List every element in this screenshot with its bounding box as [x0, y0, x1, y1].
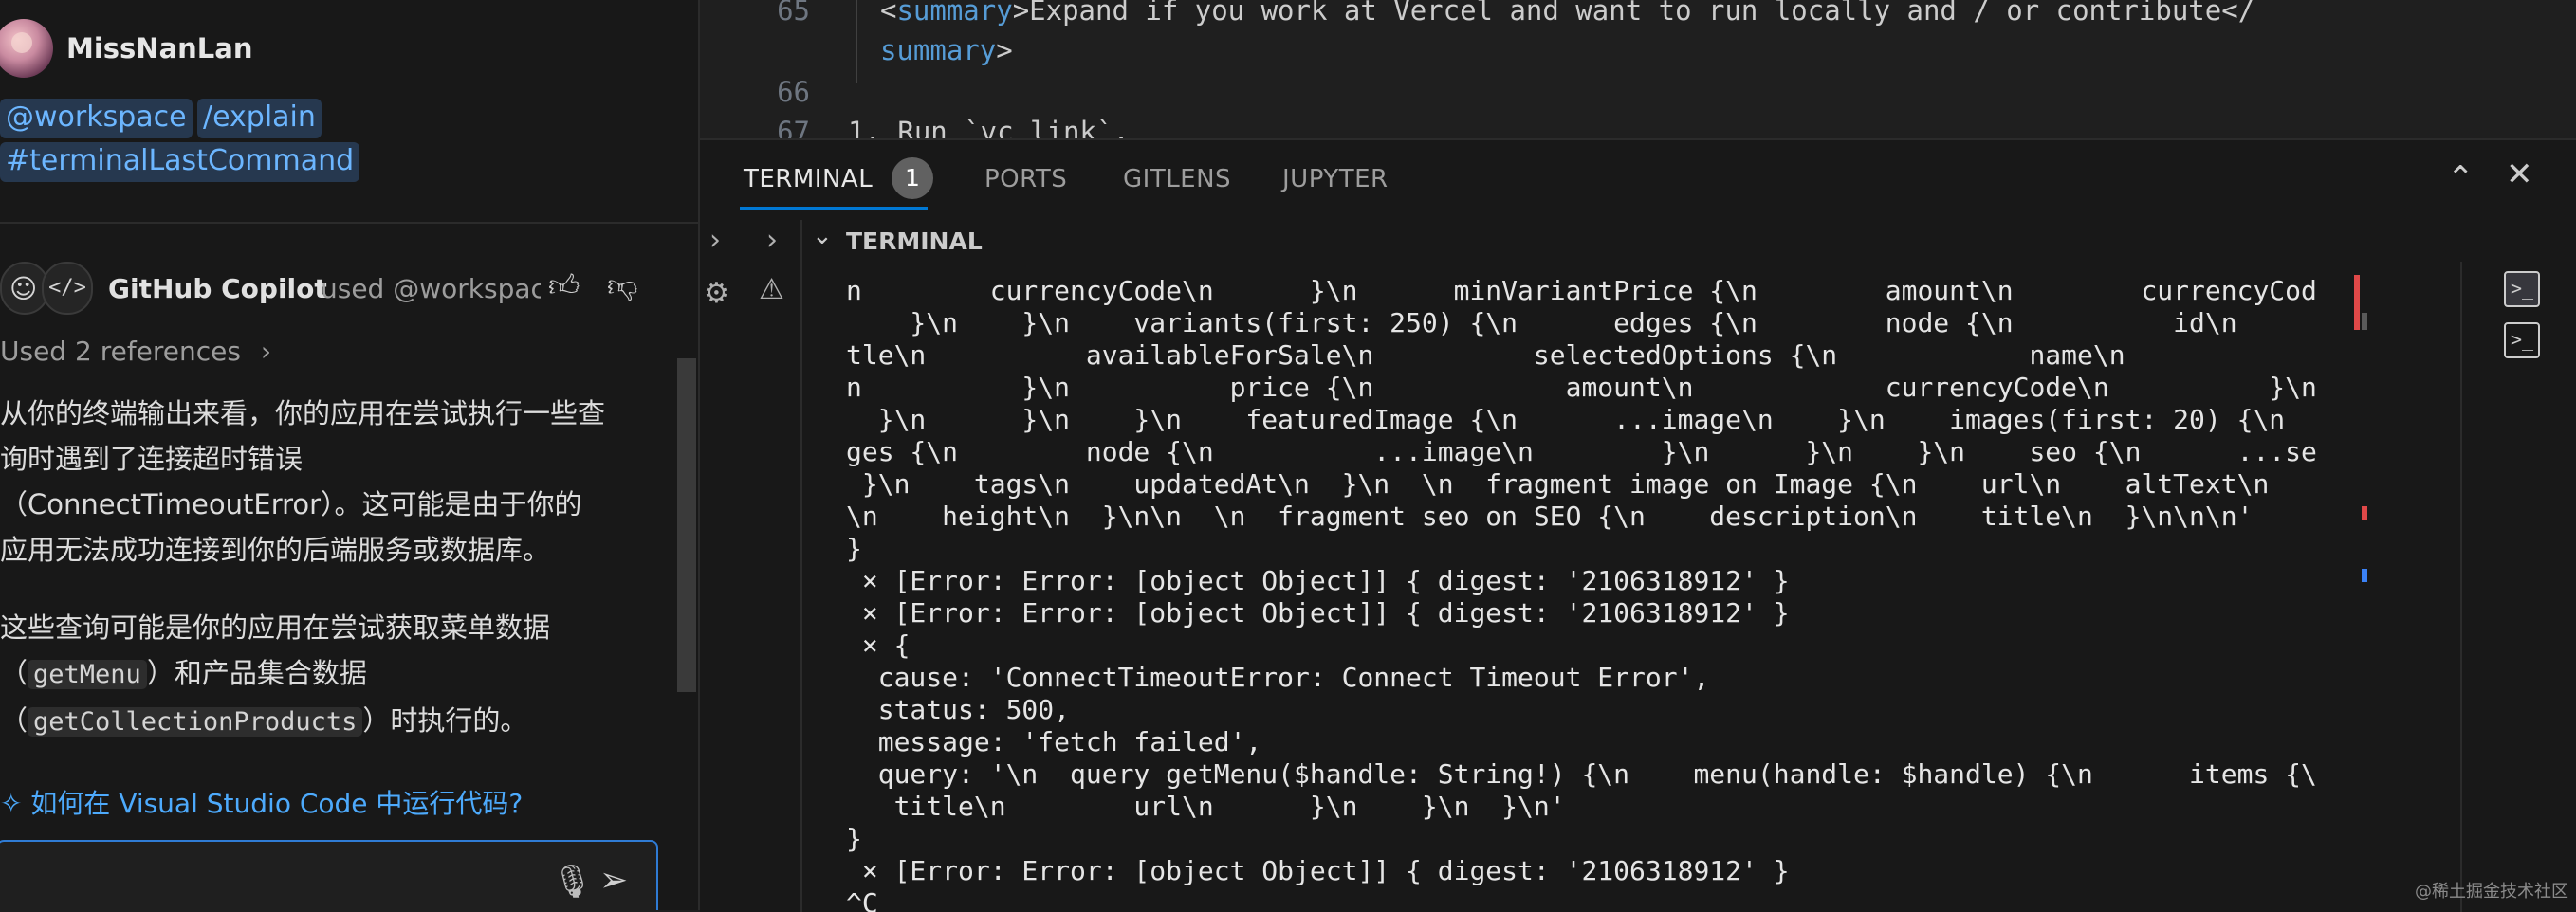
watermark: @稀土掘金技术社区	[2415, 882, 2568, 902]
chevron-right-icon[interactable]: ›	[766, 224, 778, 257]
terminal-line: message: 'fetch failed',	[846, 726, 1262, 757]
terminal-output[interactable]: n currencyCode\n }\n minVariantPrice {\n…	[846, 275, 2318, 912]
references-label: Used 2 references	[0, 336, 241, 367]
thumbs-down-icon[interactable]: 👎︎	[607, 267, 637, 304]
terminal-icon[interactable]: >_	[2504, 322, 2540, 358]
avatar	[0, 19, 53, 78]
terminal-line: }\n }\n }\n featuredImage {\n ...image\n…	[846, 404, 2318, 435]
tab-jupyter[interactable]: JUPYTER	[1282, 165, 1389, 193]
mic-icon[interactable]: 🎙︎	[552, 863, 593, 901]
username: MissNanLan	[66, 32, 253, 64]
chip-explain[interactable]: /explain	[197, 99, 322, 138]
code-icon: </>	[42, 262, 93, 315]
copilot-name: GitHub Copilot	[108, 273, 327, 304]
chevron-up-icon[interactable]: ⌃	[2447, 159, 2475, 197]
indent-guide	[856, 0, 857, 83]
terminal-scrollbar[interactable]	[2350, 273, 2369, 912]
answer-line: （ConnectTimeoutError）。这可能是由于你的	[0, 488, 582, 520]
terminal-line: ⨯ [Error: Error: [object Object]] { dige…	[846, 597, 1790, 629]
terminal-line: \n height\n }\n\n \n fragment seo on SEO…	[846, 501, 2254, 532]
terminal-line: ⨯ [Error: Error: [object Object]] { dige…	[846, 855, 1790, 886]
line-number: 65	[777, 0, 810, 27]
divider	[0, 222, 698, 224]
active-tab-indicator	[740, 207, 928, 210]
code-line: 1. Run `vc link`.	[848, 116, 1130, 138]
answer-line: 应用无法成功连接到你的后端服务或数据库。	[0, 534, 551, 566]
terminal-line: n }\n price {\n amount\n currencyCode\n …	[846, 372, 2317, 403]
answer-line: 询时遇到了连接超时错误	[0, 443, 304, 475]
editor[interactable]: 65 <summary>Expand if you work at Vercel…	[700, 0, 2576, 138]
terminal-config-icon[interactable]: ⚙	[704, 277, 729, 310]
followup-suggestion[interactable]: ✧ 如何在 Visual Studio Code 中运行代码?	[0, 783, 523, 821]
line-number: 66	[777, 76, 810, 108]
chevron-right-icon: ›	[260, 336, 272, 367]
terminal-line: }\n }\n variants(first: 250) {\n edges {…	[846, 307, 2318, 338]
inline-code-getmenu: getMenu	[28, 660, 147, 689]
scroll-thumb[interactable]	[2362, 313, 2367, 330]
terminal-line: query: '\n query getMenu($handle: String…	[846, 758, 2318, 790]
answer-line: 从你的终端输出来看，你的应用在尝试执行一些查	[0, 397, 606, 429]
chevron-down-icon[interactable]: ⌄	[812, 222, 833, 250]
sparkle-icon: ✧	[0, 788, 23, 819]
thumbs-up-icon[interactable]: 👍︎	[548, 267, 580, 304]
code-line: <summary>Expand if you work at Vercel an…	[880, 0, 2255, 27]
code-line: summary>	[880, 34, 1013, 66]
copilot-used-label: used @workspace	[321, 273, 541, 304]
chevron-right-icon[interactable]: ›	[709, 224, 721, 257]
terminal-line: title\n url\n }\n }\n }\n'	[846, 791, 1566, 822]
terminal-count-badge: 1	[892, 157, 933, 199]
terminal-line: }	[846, 533, 862, 564]
tab-gitlens[interactable]: GITLENS	[1123, 165, 1231, 193]
answer-line: （getMenu ）和产品集合数据	[0, 657, 367, 689]
tab-terminal[interactable]: TERMINAL	[744, 165, 873, 193]
suggestion-text: 如何在 Visual Studio Code 中运行代码?	[30, 788, 524, 819]
error-marker	[2354, 275, 2360, 330]
chip-terminal-last-command[interactable]: #terminalLastCommand	[0, 142, 360, 182]
terminal-line: cause: 'ConnectTimeoutError: Connect Tim…	[846, 662, 1710, 693]
answer-paragraph-2: 这些查询可能是你的应用在尝试获取菜单数据 （getMenu ）和产品集合数据 （g…	[0, 605, 550, 745]
chat-panel: MissNanLan @workspace /explain #terminal…	[0, 0, 700, 910]
line-number: 67	[777, 116, 810, 138]
terminal-section-title: TERMINAL	[846, 228, 983, 255]
terminal-line: ges {\n node {\n ...image\n }\n }\n }\n …	[846, 436, 2318, 467]
terminal-panel: TERMINAL 1 PORTS GITLENS JUPYTER ⌃ ✕ › ›…	[700, 138, 2576, 912]
terminal-line: }\n tags\n updatedAt\n }\n \n fragment i…	[846, 468, 2318, 500]
send-icon[interactable]: ➢	[599, 861, 628, 900]
info-marker	[2362, 569, 2367, 582]
terminal-line: n currencyCode\n }\n minVariantPrice {\n…	[846, 275, 2318, 306]
terminal-list	[2460, 262, 2576, 912]
answer-line: 这些查询可能是你的应用在尝试获取菜单数据	[0, 611, 551, 644]
terminal-line: tle\n availableForSale\n selectedOptions…	[846, 339, 2318, 371]
inline-code-getcollectionproducts: getCollectionProducts	[28, 707, 363, 737]
references-toggle[interactable]: Used 2 references ›	[0, 336, 271, 367]
terminal-side-strip: › › ⚙ ⚠	[700, 220, 802, 912]
terminal-line: status: 500,	[846, 694, 1071, 725]
close-icon[interactable]: ✕	[2506, 155, 2533, 193]
terminal-line: ^C	[846, 887, 878, 912]
terminal-line: ⨯ [Error: Error: [object Object]] { dige…	[846, 565, 1790, 596]
answer-line: （getCollectionProducts ）时执行的。	[0, 704, 528, 737]
terminal-icon[interactable]: >_	[2504, 271, 2540, 307]
answer-paragraph-1: 从你的终端输出来看，你的应用在尝试执行一些查 询时遇到了连接超时错误 （Conn…	[0, 391, 605, 573]
tab-ports[interactable]: PORTS	[984, 165, 1067, 193]
error-marker	[2362, 506, 2367, 520]
terminal-line: ⨯ {	[846, 629, 911, 661]
terminal-line: }	[846, 823, 862, 854]
chip-workspace[interactable]: @workspace	[0, 99, 193, 138]
warning-icon[interactable]: ⚠	[759, 273, 784, 306]
chat-scrollbar[interactable]	[677, 358, 696, 692]
